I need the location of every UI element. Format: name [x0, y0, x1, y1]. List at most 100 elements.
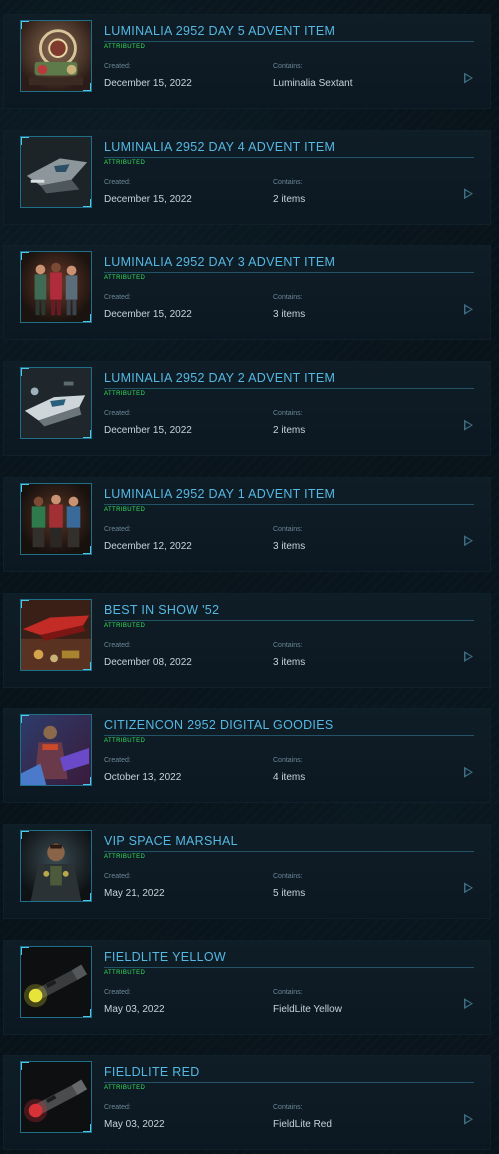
status-badge: ATTRIBUTED	[104, 275, 146, 282]
title-divider	[104, 41, 474, 42]
pledge-item[interactable]: BEST IN SHOW '52 ATTRIBUTED Created: Con…	[3, 592, 491, 688]
play-arrow-icon[interactable]	[464, 536, 473, 546]
title-divider	[104, 1082, 474, 1084]
item-title[interactable]: VIP SPACE MARSHAL	[104, 834, 238, 848]
pledge-item[interactable]: VIP SPACE MARSHAL ATTRIBUTED Created: Co…	[3, 823, 491, 919]
pledge-item[interactable]: CITIZENCON 2952 DIGITAL GOODIES ATTRIBUT…	[3, 708, 491, 804]
play-arrow-icon[interactable]	[464, 73, 473, 83]
contains-label: Contains:	[273, 988, 303, 996]
contains-value: 3 items	[273, 540, 306, 552]
created-label: Created:	[104, 63, 131, 70]
created-date: December 15, 2022	[104, 193, 192, 205]
created-label: Created:	[104, 641, 131, 649]
created-date: December 12, 2022	[104, 540, 192, 552]
item-thumbnail	[20, 367, 92, 440]
created-date: October 13, 2022	[104, 772, 182, 784]
pledge-item[interactable]: LUMINALIA 2952 DAY 4 ADVENT ITEM ATTRIBU…	[3, 129, 491, 225]
created-label: Created:	[104, 757, 131, 765]
status-badge: ATTRIBUTED	[104, 1085, 146, 1092]
created-label: Created:	[104, 872, 131, 880]
created-label: Created:	[104, 294, 131, 302]
created-date: December 15, 2022	[104, 309, 192, 321]
created-label: Created:	[104, 178, 131, 186]
contains-label: Contains:	[273, 178, 303, 186]
status-badge: ATTRIBUTED	[104, 853, 146, 860]
contains-value: 5 items	[273, 887, 306, 899]
created-date: December 08, 2022	[104, 656, 192, 668]
status-badge: ATTRIBUTED	[104, 738, 146, 745]
title-divider	[104, 156, 474, 158]
contains-label: Contains:	[273, 872, 303, 880]
item-title[interactable]: LUMINALIA 2952 DAY 1 ADVENT ITEM	[104, 487, 335, 501]
play-arrow-icon[interactable]	[464, 420, 473, 430]
item-thumbnail	[20, 251, 92, 324]
item-title[interactable]: BEST IN SHOW '52	[104, 603, 219, 617]
contains-label: Contains:	[273, 525, 303, 533]
item-title[interactable]: FIELDLITE YELLOW	[104, 950, 226, 964]
contains-value: Luminalia Sextant	[273, 78, 353, 89]
pledge-item[interactable]: LUMINALIA 2952 DAY 1 ADVENT ITEM ATTRIBU…	[3, 476, 491, 572]
created-date: May 03, 2022	[104, 1119, 165, 1131]
title-divider	[104, 966, 474, 968]
created-date: May 03, 2022	[104, 1003, 165, 1015]
created-label: Created:	[104, 1104, 131, 1112]
created-date: December 15, 2022	[104, 425, 192, 437]
item-thumbnail	[20, 829, 92, 902]
item-thumbnail	[20, 135, 92, 208]
title-divider	[104, 272, 474, 274]
created-date: May 21, 2022	[104, 887, 165, 899]
item-title[interactable]: LUMINALIA 2952 DAY 4 ADVENT ITEM	[104, 140, 335, 154]
play-arrow-icon[interactable]	[464, 999, 473, 1009]
item-title[interactable]: LUMINALIA 2952 DAY 3 ADVENT ITEM	[104, 255, 335, 269]
pledge-item[interactable]: FIELDLITE RED ATTRIBUTED Created: Contai…	[3, 1055, 491, 1151]
play-arrow-icon[interactable]	[464, 883, 473, 893]
status-badge: ATTRIBUTED	[104, 159, 146, 166]
title-divider	[104, 619, 474, 621]
contains-value: FieldLite Red	[273, 1119, 332, 1131]
contains-value: 4 items	[273, 772, 306, 784]
created-label: Created:	[104, 410, 131, 418]
pledge-item-list: LUMINALIA 2952 DAY 5 ADVENT ITEM ATTRIBU…	[0, 0, 499, 1154]
pledge-item[interactable]: FIELDLITE YELLOW ATTRIBUTED Created: Con…	[3, 939, 491, 1035]
play-arrow-icon[interactable]	[464, 1114, 473, 1124]
contains-value: FieldLite Yellow	[273, 1003, 342, 1015]
status-badge: ATTRIBUTED	[104, 622, 146, 629]
pledge-item[interactable]: LUMINALIA 2952 DAY 5 ADVENT ITEM ATTRIBU…	[3, 14, 491, 109]
status-badge: ATTRIBUTED	[104, 391, 146, 398]
play-arrow-icon[interactable]	[464, 189, 473, 199]
item-title[interactable]: LUMINALIA 2952 DAY 2 ADVENT ITEM	[104, 371, 335, 385]
title-divider	[104, 388, 474, 390]
contains-label: Contains:	[273, 757, 303, 765]
contains-label: Contains:	[273, 641, 303, 649]
item-title[interactable]: CITIZENCON 2952 DIGITAL GOODIES	[104, 718, 333, 732]
item-thumbnail	[20, 1061, 92, 1134]
contains-value: 2 items	[273, 193, 306, 205]
item-title[interactable]: FIELDLITE RED	[104, 1065, 200, 1079]
created-date: December 15, 2022	[104, 78, 192, 89]
contains-label: Contains:	[273, 1104, 303, 1112]
title-divider	[104, 735, 474, 737]
contains-label: Contains:	[273, 294, 303, 302]
item-thumbnail	[20, 714, 92, 787]
pledge-item[interactable]: LUMINALIA 2952 DAY 2 ADVENT ITEM ATTRIBU…	[3, 361, 491, 457]
status-badge: ATTRIBUTED	[104, 506, 146, 513]
contains-value: 3 items	[273, 656, 306, 668]
play-arrow-icon[interactable]	[464, 304, 473, 314]
title-divider	[104, 503, 474, 505]
pledge-item[interactable]: LUMINALIA 2952 DAY 3 ADVENT ITEM ATTRIBU…	[3, 245, 491, 341]
item-thumbnail	[20, 482, 92, 555]
contains-value: 3 items	[273, 309, 306, 321]
title-divider	[104, 850, 474, 852]
play-arrow-icon[interactable]	[464, 652, 473, 662]
status-badge: ATTRIBUTED	[104, 44, 146, 50]
item-thumbnail	[20, 945, 92, 1018]
item-title[interactable]: LUMINALIA 2952 DAY 5 ADVENT ITEM	[104, 24, 335, 38]
created-label: Created:	[104, 525, 131, 533]
play-arrow-icon[interactable]	[464, 767, 473, 777]
contains-label: Contains:	[273, 63, 303, 70]
item-thumbnail	[20, 20, 92, 92]
item-thumbnail	[20, 598, 92, 671]
contains-label: Contains:	[273, 410, 303, 418]
created-label: Created:	[104, 988, 131, 996]
status-badge: ATTRIBUTED	[104, 969, 146, 976]
